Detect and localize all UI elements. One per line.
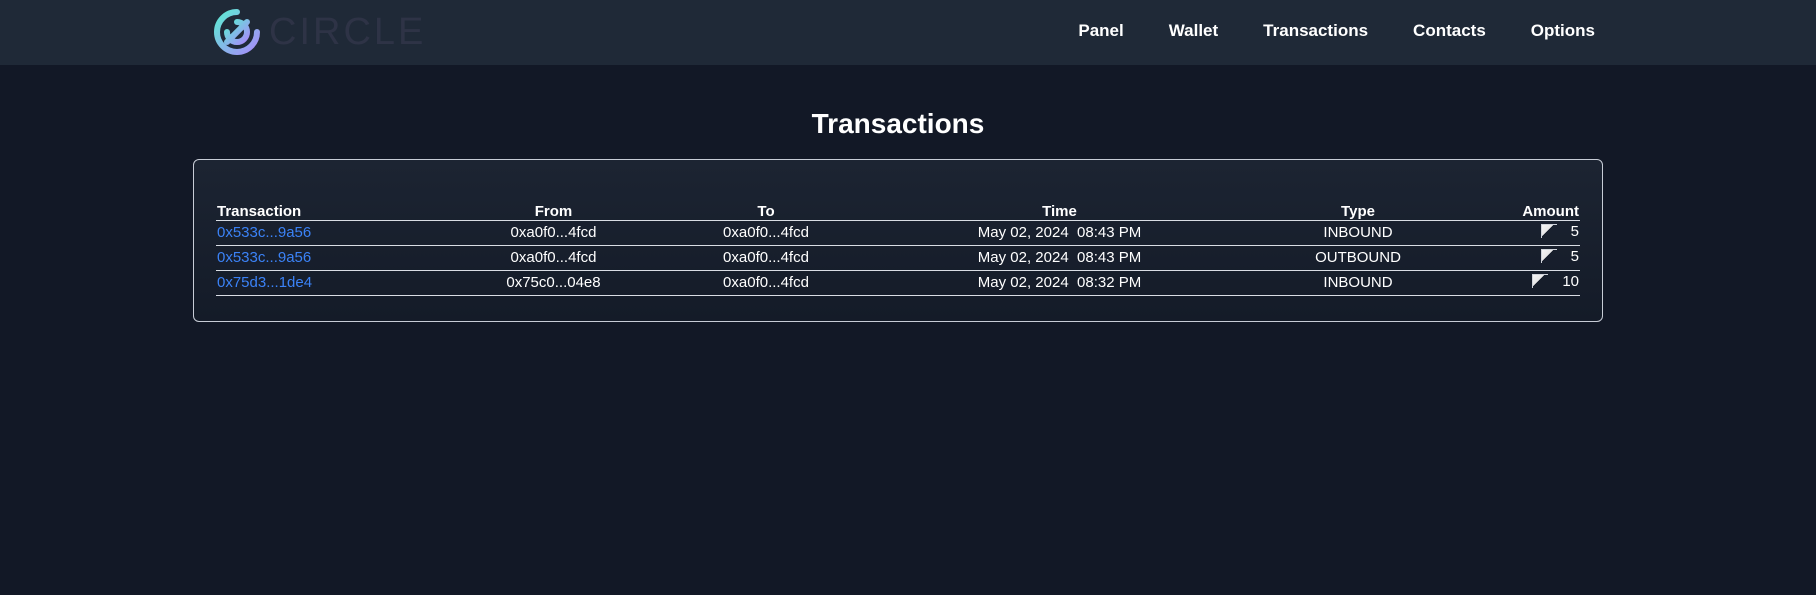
from-address: 0xa0f0...4fcd [406,220,701,246]
circle-logo-icon [214,9,260,55]
col-to: To [701,198,831,221]
token-image-icon [1540,249,1557,264]
transaction-link[interactable]: 0x75d3...1de4 [217,274,312,291]
amount-value: 10 [1562,272,1579,290]
col-transaction: Transaction [216,198,406,221]
amount-cell: 5 [1428,220,1580,246]
table-row: 0x75d3...1de4 0x75c0...04e8 0xa0f0...4fc… [216,270,1580,296]
amount-value: 5 [1570,222,1579,240]
transaction-type: INBOUND [1288,220,1428,246]
from-address: 0xa0f0...4fcd [406,245,701,271]
table-row: 0x533c...9a56 0xa0f0...4fcd 0xa0f0...4fc… [216,220,1580,246]
top-navbar: CIRCLE Panel Wallet Transactions Contact… [0,0,1816,65]
transaction-time: May 02, 2024 08:43 PM [831,245,1288,271]
amount-value: 5 [1570,247,1579,265]
nav-contacts[interactable]: Contacts [1413,21,1486,41]
nav-wallet[interactable]: Wallet [1169,21,1218,41]
from-address: 0x75c0...04e8 [406,270,701,296]
brand-name: CIRCLE [269,11,427,53]
token-image-icon [1540,224,1557,239]
nav-panel[interactable]: Panel [1078,21,1123,41]
to-address: 0xa0f0...4fcd [701,220,831,246]
nav-transactions[interactable]: Transactions [1263,21,1368,41]
table-header-row: Transaction From To Time Type Amount [216,198,1580,221]
amount-cell: 10 [1428,270,1580,296]
transaction-time: May 02, 2024 08:43 PM [831,220,1288,246]
nav-options[interactable]: Options [1531,21,1595,41]
col-from: From [406,198,701,221]
brand-logo[interactable]: CIRCLE [213,8,426,56]
col-amount: Amount [1428,198,1580,221]
transaction-time: May 02, 2024 08:32 PM [831,270,1288,296]
transactions-table: Transaction From To Time Type Amount 0x5… [216,198,1580,296]
col-type: Type [1288,198,1428,221]
table-row: 0x533c...9a56 0xa0f0...4fcd 0xa0f0...4fc… [216,245,1580,271]
transaction-type: OUTBOUND [1288,245,1428,271]
amount-cell: 5 [1428,245,1580,271]
to-address: 0xa0f0...4fcd [701,270,831,296]
transaction-link[interactable]: 0x533c...9a56 [217,249,311,266]
main-nav: Panel Wallet Transactions Contacts Optio… [1033,0,1595,61]
to-address: 0xa0f0...4fcd [701,245,831,271]
transactions-card: Transaction From To Time Type Amount 0x5… [193,159,1603,322]
col-time: Time [831,198,1288,221]
page-title: Transactions [811,108,985,139]
transaction-type: INBOUND [1288,270,1428,296]
token-image-icon [1532,274,1549,289]
transaction-link[interactable]: 0x533c...9a56 [217,224,311,241]
